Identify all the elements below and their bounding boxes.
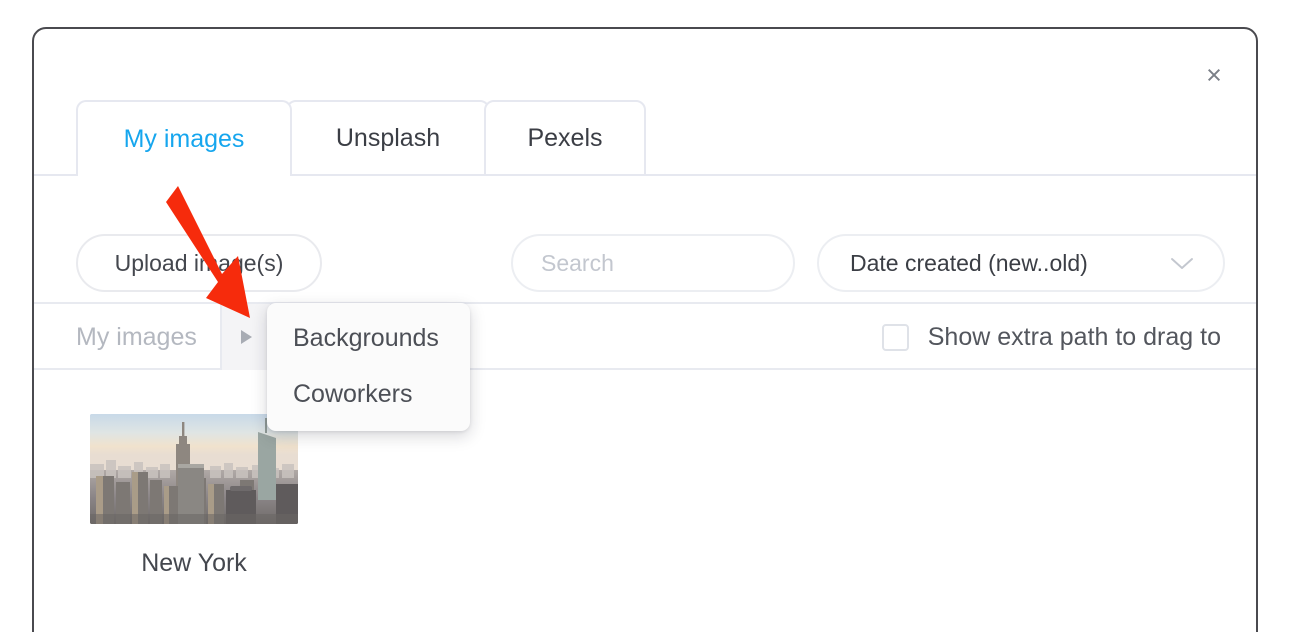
sort-dropdown[interactable]: Date created (new..old) xyxy=(817,234,1225,292)
chevron-down-icon[interactable] xyxy=(1169,255,1195,271)
show-extra-path-checkbox[interactable] xyxy=(881,323,909,351)
tab-my-images[interactable]: My images xyxy=(76,100,292,176)
triangle-right-icon xyxy=(240,330,252,344)
folder-dropdown-menu: Backgrounds Coworkers xyxy=(267,303,470,431)
grid-item-label: New York xyxy=(141,549,247,577)
breadcrumb-my-images[interactable]: My images xyxy=(76,304,197,370)
search-input[interactable] xyxy=(513,249,845,277)
path-row: My images Show extra path to drag to xyxy=(34,302,1256,370)
tab-pexels[interactable]: Pexels xyxy=(484,100,646,176)
menu-item-label: Backgrounds xyxy=(293,323,439,352)
image-picker-dialog: × My images Unsplash Pexels Upload image… xyxy=(32,27,1258,632)
menu-item-label: Coworkers xyxy=(293,379,413,408)
upload-images-label: Upload image(s) xyxy=(114,249,284,276)
tab-label: Pexels xyxy=(527,123,603,152)
sort-dropdown-value: Date created (new..old) xyxy=(850,249,1088,276)
thumbnail-new-york[interactable] xyxy=(90,414,298,524)
tab-label: Unsplash xyxy=(335,123,441,152)
image-grid: New York xyxy=(34,370,1256,632)
breadcrumb-expand-button[interactable] xyxy=(220,304,272,370)
show-extra-path-option[interactable]: Show extra path to drag to xyxy=(881,304,1221,370)
search-box[interactable] xyxy=(511,234,871,292)
upload-images-button[interactable]: Upload image(s) xyxy=(76,234,322,292)
show-extra-path-label: Show extra path to drag to xyxy=(927,322,1221,351)
breadcrumb-label: My images xyxy=(76,322,197,351)
tabbar: My images Unsplash Pexels xyxy=(34,100,1256,176)
tab-label: My images xyxy=(123,124,245,153)
screenshot-root: × My images Unsplash Pexels Upload image… xyxy=(0,0,1290,632)
menu-item-backgrounds[interactable]: Backgrounds xyxy=(267,315,470,361)
grid-item-new-york[interactable]: New York xyxy=(90,414,298,578)
menu-item-coworkers[interactable]: Coworkers xyxy=(267,371,470,417)
toolbar: Upload image(s) Date created (new..old) xyxy=(34,176,1256,302)
tab-unsplash[interactable]: Unsplash xyxy=(286,100,490,176)
close-icon[interactable]: × xyxy=(1196,57,1232,93)
new-york-skyline-art xyxy=(90,414,298,524)
